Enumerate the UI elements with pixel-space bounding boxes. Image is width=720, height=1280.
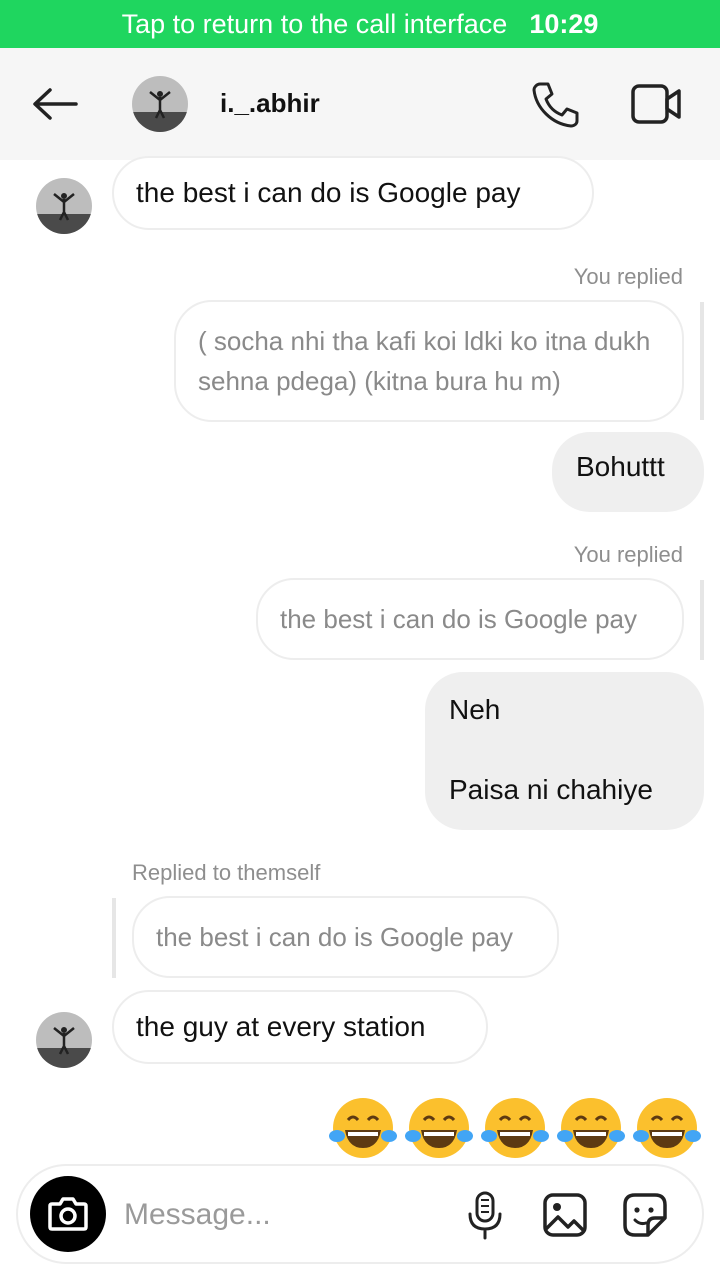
- message-input[interactable]: [122, 1192, 426, 1238]
- outgoing-message[interactable]: Neh Paisa ni chahiye: [425, 672, 704, 830]
- back-arrow-icon[interactable]: [30, 86, 80, 122]
- laughing-tears-emoji-icon: [405, 1098, 473, 1158]
- reply-label: You replied: [573, 542, 683, 567]
- emoji-message[interactable]: [328, 1096, 702, 1162]
- sender-avatar[interactable]: [36, 1012, 92, 1068]
- laughing-tears-emoji-icon: [481, 1098, 549, 1158]
- message-composer: [16, 1164, 704, 1264]
- call-banner-text: Tap to return to the call interface: [121, 8, 508, 39]
- incoming-message[interactable]: the guy at every station: [112, 990, 488, 1064]
- laughing-tears-emoji-icon: [633, 1098, 701, 1158]
- gallery-icon[interactable]: [542, 1192, 588, 1243]
- video-call-icon[interactable]: [630, 82, 684, 126]
- camera-icon[interactable]: [30, 1176, 106, 1252]
- reply-label: Replied to themself: [132, 860, 321, 885]
- quote-bar: [700, 580, 704, 660]
- laughing-tears-emoji-icon: [329, 1098, 397, 1158]
- return-to-call-banner[interactable]: Tap to return to the call interface 10:2…: [0, 0, 720, 48]
- chat-header: i._.abhir: [0, 48, 720, 160]
- message-line: Paisa ni chahiye: [449, 774, 653, 805]
- quote-bar: [700, 302, 704, 420]
- laughing-tears-emoji-icon: [557, 1098, 625, 1158]
- chat-username[interactable]: i._.abhir: [220, 88, 320, 119]
- quoted-message[interactable]: the best i can do is Google pay: [132, 896, 559, 978]
- microphone-icon[interactable]: [466, 1190, 504, 1245]
- quoted-message[interactable]: the best i can do is Google pay: [256, 578, 684, 660]
- call-timer: 10:29: [529, 8, 599, 39]
- quote-bar: [112, 898, 116, 978]
- incoming-message[interactable]: the best i can do is Google pay: [112, 156, 594, 230]
- message-line: Neh: [449, 694, 501, 725]
- reply-label: You replied: [573, 264, 683, 289]
- phone-call-icon[interactable]: [530, 80, 580, 128]
- header-avatar[interactable]: [132, 76, 188, 132]
- sticker-icon[interactable]: [622, 1192, 668, 1243]
- outgoing-message[interactable]: Bohuttt: [552, 432, 704, 512]
- quoted-message[interactable]: ( socha nhi tha kafi koi ldki ko itna du…: [174, 300, 684, 422]
- sender-avatar[interactable]: [36, 178, 92, 234]
